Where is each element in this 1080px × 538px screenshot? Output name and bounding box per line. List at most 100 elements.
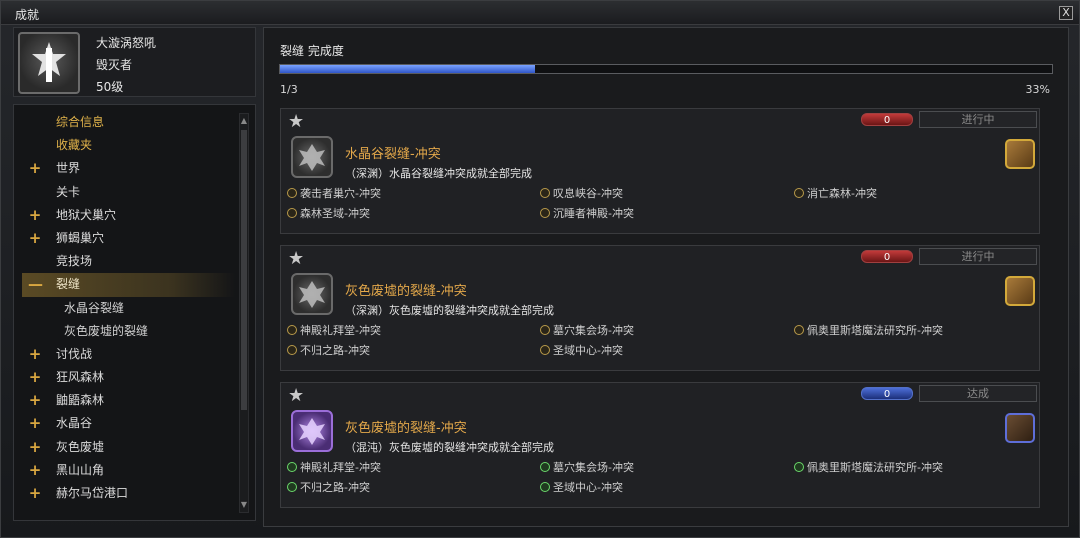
- sub-achievement-link[interactable]: 圣域中心-冲突: [540, 479, 623, 495]
- tree-item-label: 水晶谷: [56, 416, 93, 431]
- tree-item-label: 地狱犬巢穴: [56, 207, 117, 222]
- achievement-description: （混沌）灰色废墟的裂缝冲突成就全部完成: [345, 441, 554, 454]
- tree-item-label: 裂缝: [56, 277, 81, 292]
- completed-search-icon: [540, 462, 550, 472]
- sub-achievement-link[interactable]: 森林圣域-冲突: [287, 205, 370, 221]
- achievement-counter: 0: [861, 113, 913, 126]
- sub-achievement-label: 袭击者巢穴-冲突: [300, 187, 381, 200]
- close-button[interactable]: X: [1059, 6, 1073, 20]
- expand-icon[interactable]: +: [28, 204, 42, 227]
- tree-item-label: 鼬鼯森林: [56, 393, 105, 408]
- progress-count: 1/3: [280, 83, 298, 96]
- sub-achievement-link[interactable]: 墓穴集会场-冲突: [540, 459, 634, 475]
- tree-item[interactable]: + 地狱犬巢穴: [22, 204, 235, 227]
- search-icon: [287, 208, 297, 218]
- sub-achievement-link[interactable]: 不归之路-冲突: [287, 342, 370, 358]
- search-icon: [794, 188, 804, 198]
- reward-item-icon[interactable]: [1005, 276, 1035, 306]
- achievement-card[interactable]: ★ 0 进行中 水晶谷裂缝-冲突 （深渊）水晶谷裂缝冲突成就全部完成 袭击者巢穴-冲突 叹息…: [280, 108, 1040, 234]
- tree-item[interactable]: 收藏夹: [22, 134, 235, 157]
- tree-item-label: 黑山山角: [56, 462, 105, 477]
- expand-icon[interactable]: +: [28, 459, 42, 482]
- achievement-window: 成就 X 大漩涡怒吼 毁灭者 50级 综合信息 收藏夹 + 世界 关卡 + 地狱犬巢穴 + 狮蝎…: [0, 0, 1080, 538]
- title-bar: 成就 X: [1, 1, 1079, 25]
- tree-item[interactable]: — 裂缝: [22, 273, 235, 297]
- tree-item-label: 综合信息: [56, 115, 105, 129]
- favorite-star-icon[interactable]: ★: [288, 385, 304, 406]
- favorite-star-icon[interactable]: ★: [288, 111, 304, 132]
- scroll-down-icon[interactable]: ▼: [240, 500, 248, 510]
- achievement-emblem-icon: [291, 273, 333, 315]
- completed-search-icon: [287, 482, 297, 492]
- tree-item[interactable]: + 水晶谷: [22, 412, 235, 435]
- sub-achievement-link[interactable]: 神殿礼拜堂-冲突: [287, 322, 381, 338]
- sub-achievement-link[interactable]: 佩奥里斯塔魔法研究所-冲突: [794, 459, 943, 475]
- sub-achievement-label: 神殿礼拜堂-冲突: [300, 324, 381, 337]
- progress-percent: 33%: [1025, 83, 1050, 96]
- achievement-card[interactable]: ★ 0 达成灰色废墟的裂缝-冲突 （混沌）灰色废墟的裂缝冲突成就全部完成神殿礼拜堂-冲…: [280, 382, 1040, 508]
- sub-achievement-link[interactable]: 消亡森林-冲突: [794, 185, 877, 201]
- tree-item[interactable]: + 讨伐战: [22, 343, 235, 366]
- reward-item-icon[interactable]: [1005, 139, 1035, 169]
- sub-achievement-link[interactable]: 佩奥里斯塔魔法研究所-冲突: [794, 322, 943, 338]
- status-button[interactable]: 达成: [919, 385, 1037, 402]
- tree-item[interactable]: + 鼬鼯森林: [22, 389, 235, 412]
- tree-item[interactable]: + 狮蝎巢穴: [22, 227, 235, 250]
- sub-achievement-label: 墓穴集会场-冲突: [553, 461, 634, 474]
- expand-icon[interactable]: +: [28, 227, 42, 250]
- achievement-card[interactable]: ★ 0 进行中 灰色废墟的裂缝-冲突 （深渊）灰色废墟的裂缝冲突成就全部完成 神殿礼拜堂-…: [280, 245, 1040, 371]
- expand-icon[interactable]: +: [28, 412, 42, 435]
- sub-achievement-label: 圣域中心-冲突: [553, 481, 623, 494]
- sub-achievement-link[interactable]: 不归之路-冲突: [287, 479, 370, 495]
- sub-achievement-link[interactable]: 神殿礼拜堂-冲突: [287, 459, 381, 475]
- tree-item[interactable]: + 世界: [22, 157, 235, 180]
- completion-progress-bar: [279, 64, 1053, 74]
- progress-fill: [280, 65, 535, 73]
- tree-item[interactable]: + 黑山山角: [22, 459, 235, 482]
- character-profile: 大漩涡怒吼 毁灭者 50级: [13, 27, 256, 97]
- sub-achievement-label: 圣域中心-冲突: [553, 344, 623, 357]
- scroll-up-icon[interactable]: ▲: [240, 116, 248, 126]
- sub-achievement-link[interactable]: 圣域中心-冲突: [540, 342, 623, 358]
- search-icon: [287, 325, 297, 335]
- achievement-counter: 0: [861, 250, 913, 263]
- tree-item-label: 讨伐战: [56, 346, 93, 361]
- tree-item[interactable]: 灰色废墟的裂缝: [22, 320, 235, 343]
- achievement-title: 灰色废墟的裂缝-冲突: [345, 284, 467, 299]
- sub-achievement-link[interactable]: 袭击者巢穴-冲突: [287, 185, 381, 201]
- reward-item-icon[interactable]: [1005, 413, 1035, 443]
- achievement-counter: 0: [861, 387, 913, 400]
- tree-item[interactable]: + 灰色废墟: [22, 436, 235, 459]
- status-button[interactable]: 进行中: [919, 248, 1037, 265]
- tree-item[interactable]: 关卡: [22, 181, 235, 204]
- tree-item[interactable]: 水晶谷裂缝: [22, 297, 235, 320]
- sub-achievement-label: 不归之路-冲突: [300, 481, 370, 494]
- expand-icon[interactable]: +: [28, 343, 42, 366]
- tree-item-label: 关卡: [56, 184, 81, 199]
- sub-achievement-label: 佩奥里斯塔魔法研究所-冲突: [807, 461, 943, 474]
- sub-achievement-link[interactable]: 墓穴集会场-冲突: [540, 322, 634, 338]
- tree-item[interactable]: 竞技场: [22, 250, 235, 273]
- status-button[interactable]: 进行中: [919, 111, 1037, 128]
- tree-item[interactable]: 综合信息: [22, 111, 235, 134]
- expand-icon[interactable]: +: [28, 157, 42, 180]
- progress-title: 裂缝 完成度: [280, 44, 344, 58]
- tree-item-label: 灰色废墟: [56, 439, 105, 454]
- scroll-thumb[interactable]: [241, 130, 247, 410]
- tree-item[interactable]: + 赫尔马岱港口: [22, 482, 235, 505]
- tree-item[interactable]: + 狂风森林: [22, 366, 235, 389]
- achievement-title: 灰色废墟的裂缝-冲突: [345, 421, 467, 436]
- tree-item-label: 世界: [56, 161, 81, 176]
- completed-search-icon: [540, 482, 550, 492]
- expand-icon[interactable]: +: [28, 482, 42, 505]
- sub-achievement-link[interactable]: 叹息峡谷-冲突: [540, 185, 623, 201]
- sub-achievement-link[interactable]: 沉睡者神殿-冲突: [540, 205, 634, 221]
- collapse-icon[interactable]: —: [28, 273, 43, 296]
- class-emblem-icon: [18, 32, 80, 94]
- favorite-star-icon[interactable]: ★: [288, 248, 304, 269]
- expand-icon[interactable]: +: [28, 436, 42, 459]
- expand-icon[interactable]: +: [28, 366, 42, 389]
- expand-icon[interactable]: +: [28, 389, 42, 412]
- tree-scrollbar[interactable]: ▲ ▼: [239, 113, 249, 513]
- sub-achievement-label: 森林圣域-冲突: [300, 207, 370, 220]
